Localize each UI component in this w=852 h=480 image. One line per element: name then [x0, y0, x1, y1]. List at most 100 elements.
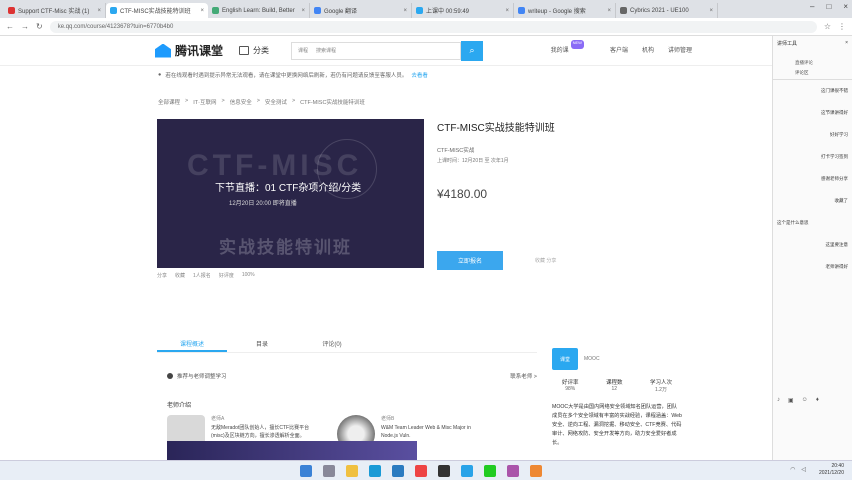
close-icon[interactable]: ×	[845, 40, 848, 46]
reload-icon[interactable]: ↻	[36, 22, 43, 31]
side-toolbar: ♪ ▣ ☺ ♦	[777, 397, 819, 404]
tab-catalog[interactable]: 目录	[227, 333, 297, 352]
folder-icon[interactable]	[346, 465, 358, 477]
tab-close-icon[interactable]: ×	[200, 8, 204, 14]
tab-close-icon[interactable]: ×	[97, 8, 101, 14]
enroll-button[interactable]: 立即报名	[437, 251, 503, 270]
breadcrumb-separator: >	[256, 98, 260, 104]
tab-live-comments[interactable]: 直播评论	[773, 60, 852, 70]
window-controls: – □ ×	[810, 2, 848, 11]
org-description: MOOC大学是由国内网络安全领域知名团队运营，团队成员在多个安全领域有丰富的实战…	[552, 404, 682, 446]
app-icon[interactable]	[507, 465, 519, 477]
forward-icon[interactable]: →	[21, 22, 29, 31]
vscode-icon[interactable]	[392, 465, 404, 477]
search-box[interactable]: 课程 搜索课程	[291, 41, 462, 60]
recommend-text: 推荐与老师调整学习	[177, 374, 227, 380]
tab-label: writeup - Google 搜索	[528, 9, 586, 15]
tab-comment-area[interactable]: 评论区	[773, 70, 852, 80]
search-taskbar-icon[interactable]	[323, 465, 335, 477]
category-label: 分类	[253, 46, 270, 55]
volume-icon[interactable]: ◁	[801, 466, 806, 473]
system-tray: ◠ ◁	[790, 466, 806, 473]
breadcrumb-item[interactable]: CTF-MISC实战技能特训班	[300, 98, 365, 106]
wechat-icon[interactable]	[484, 465, 496, 477]
clock[interactable]: 20:40 2021/12/20	[819, 463, 844, 477]
menu-icon[interactable]: ⋮	[838, 22, 846, 31]
breadcrumb-separator: >	[291, 98, 296, 104]
chrome-icon[interactable]	[415, 465, 427, 477]
browser-tab[interactable]: Support CTF-Misc 实战 (1) ×	[4, 3, 106, 18]
course-banner	[167, 441, 417, 460]
tab-close-icon[interactable]: ×	[709, 8, 713, 14]
image-icon[interactable]: ▣	[788, 397, 794, 404]
back-icon[interactable]: ←	[6, 22, 14, 31]
minimize-button[interactable]: –	[810, 2, 814, 11]
tab-close-icon[interactable]: ×	[607, 8, 611, 14]
contact-teacher-link[interactable]: 联系老师 >	[510, 372, 537, 380]
breadcrumb-separator: >	[221, 98, 225, 104]
org-name[interactable]: MOOC	[584, 356, 600, 362]
gift-icon[interactable]: ♦	[816, 397, 819, 404]
side-panel-title: 讲师工具	[777, 40, 798, 47]
tab-close-icon[interactable]: ×	[403, 8, 407, 14]
header-links: 我的课 NEW 客户端 机构 讲师管理	[551, 40, 692, 54]
notice-link[interactable]: 去看看	[411, 71, 428, 79]
new-badge: NEW	[570, 40, 584, 49]
org-stat: 课程数 12	[605, 380, 623, 392]
breadcrumb-item[interactable]: 安全测试	[265, 98, 287, 106]
client-link[interactable]: 客户端	[610, 45, 628, 54]
teacher-admin-link[interactable]: 讲师管理	[668, 45, 692, 54]
favicon-icon	[518, 7, 525, 14]
course-schedule: 上课时间：12月20日 至 次年1月	[437, 158, 509, 164]
browser-tab[interactable]: writeup - Google 搜索 ×	[514, 3, 616, 18]
browser-tab[interactable]: CTF-MISC实战技能特训班 ×	[106, 3, 208, 18]
qq-icon[interactable]	[461, 465, 473, 477]
category-menu[interactable]: 分类	[239, 45, 269, 56]
tab-overview[interactable]: 课程概述	[157, 333, 227, 352]
start-icon[interactable]	[300, 465, 312, 477]
chat-list: 这门课很不错 这节课讲得好 好好学习 打卡学习签到 感谢老师分享 收藏了 这个是什么意思 这里…	[773, 80, 852, 278]
teacher-name: 老师A	[211, 416, 225, 422]
stat-item[interactable]: 分享	[157, 272, 167, 279]
site-logo[interactable]: 腾讯课堂	[155, 42, 223, 59]
app-icon[interactable]	[530, 465, 542, 477]
org-logo[interactable]: 课堂	[552, 348, 578, 370]
tab-comments[interactable]: 评论(0)	[297, 333, 367, 352]
breadcrumb-item[interactable]: 全部课程	[158, 98, 180, 106]
my-courses-link[interactable]: 我的课	[551, 45, 569, 54]
browser-tab[interactable]: Cybrics 2021 - UE100 ×	[616, 3, 718, 18]
taskbar-apps	[300, 465, 542, 477]
favicon-icon	[620, 7, 627, 14]
stat-item[interactable]: 收藏	[175, 272, 185, 279]
side-panel-header: 讲师工具 ×	[773, 36, 852, 50]
institution-link[interactable]: 机构	[642, 45, 654, 54]
close-button[interactable]: ×	[843, 2, 848, 11]
browser-tab[interactable]: English Learn: Build, Better ×	[208, 3, 310, 18]
wifi-icon[interactable]: ◠	[790, 466, 795, 473]
edge-icon[interactable]	[369, 465, 381, 477]
browser-tab[interactable]: Google 翻译 ×	[310, 3, 412, 18]
maximize-button[interactable]: □	[826, 2, 831, 11]
search-button[interactable]: ⌕	[461, 40, 484, 61]
browser-tab[interactable]: 上课中 00:59:49 ×	[412, 3, 514, 18]
course-tag: CTF-MISC实战	[437, 148, 475, 154]
emoji-icon[interactable]: ☺	[802, 397, 808, 404]
url-field[interactable]: ke.qq.com/course/4123678?tuin=6770b4b0	[49, 20, 817, 33]
teacher-name: 老师B	[381, 416, 395, 422]
favorite-share-link[interactable]: 收藏 分享	[535, 257, 556, 264]
tab-close-icon[interactable]: ×	[505, 8, 509, 14]
mic-icon[interactable]: ♪	[777, 397, 780, 404]
breadcrumb-item[interactable]: 信息安全	[230, 98, 252, 106]
course-video-cover[interactable]: CTF-MISC 下节直播：01 CTF杂项介绍/分类 12月20日 20:00…	[157, 119, 424, 268]
breadcrumb-item[interactable]: IT·互联网	[193, 98, 216, 106]
search-scope[interactable]: 课程	[298, 47, 308, 54]
search-input[interactable]: 搜索课程	[316, 47, 336, 54]
tab-close-icon[interactable]: ×	[301, 8, 305, 14]
browser-tab-strip: Support CTF-Misc 实战 (1) × CTF-MISC实战技能特训班 ×…	[0, 0, 852, 18]
tab-label: CTF-MISC实战技能特训班	[120, 9, 191, 15]
terminal-icon[interactable]	[438, 465, 450, 477]
chat-message: 感谢老师分享	[821, 176, 848, 181]
stat-item: 好评度	[218, 273, 234, 279]
star-icon[interactable]: ☆	[824, 22, 831, 31]
logo-text: 腾讯课堂	[175, 44, 224, 58]
